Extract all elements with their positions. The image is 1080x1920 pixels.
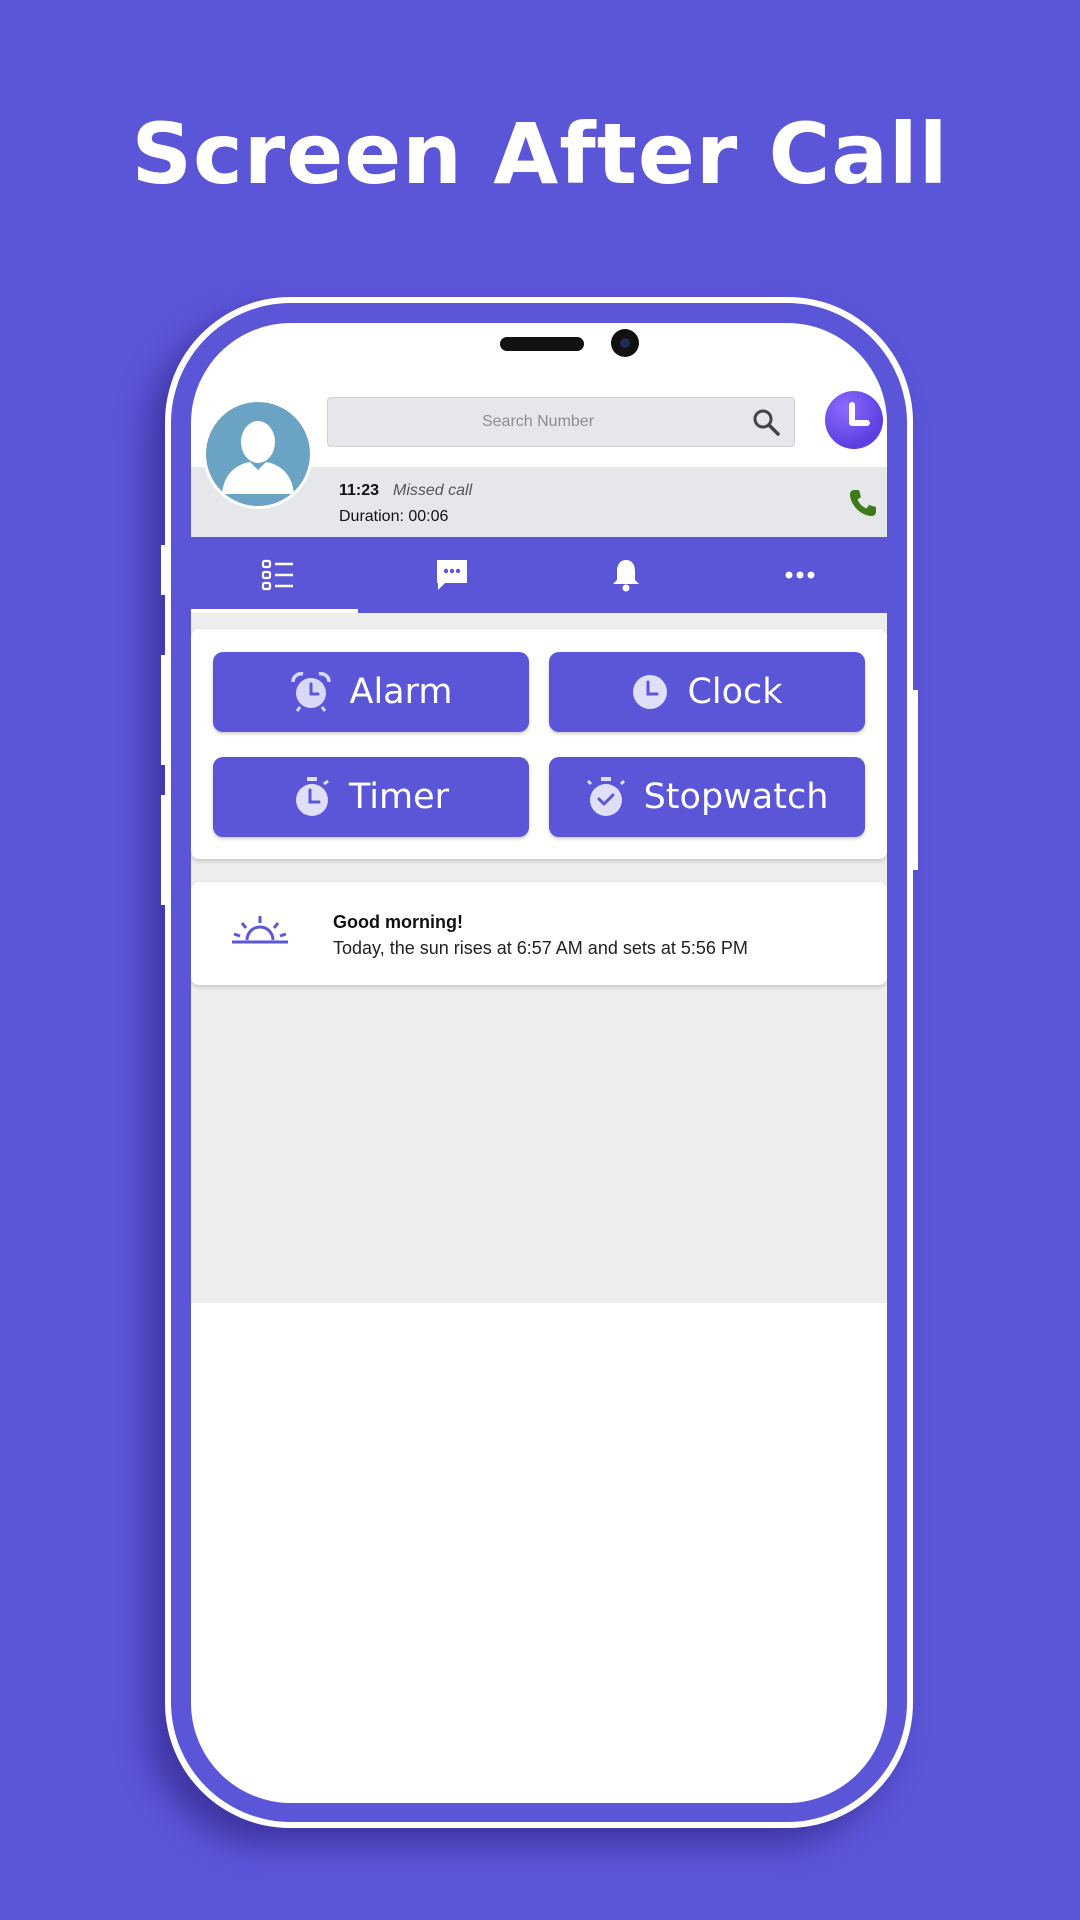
clock-label: Clock — [687, 672, 783, 712]
more-icon — [785, 571, 815, 579]
app-logo[interactable] — [825, 391, 883, 449]
search-icon[interactable] — [752, 408, 780, 436]
alarm-label: Alarm — [349, 672, 453, 712]
timer-label: Timer — [348, 777, 450, 817]
phone-screen: Search Number 11:23 Missed call Duration… — [191, 323, 887, 1803]
list-icon — [261, 559, 293, 591]
side-button — [912, 690, 918, 870]
timer-icon — [295, 777, 329, 816]
clock-logo-icon — [849, 402, 870, 426]
call-time: 11:23 — [339, 482, 380, 499]
person-icon — [222, 421, 294, 494]
stopwatch-button[interactable]: Stopwatch — [549, 757, 865, 837]
message-icon — [437, 560, 467, 590]
call-duration: Duration: 00:06 — [339, 508, 449, 525]
stopwatch-label: Stopwatch — [643, 777, 829, 817]
alarm-button[interactable]: Alarm — [213, 652, 529, 732]
clock-button[interactable]: Clock — [549, 652, 865, 732]
search-placeholder: Search Number — [481, 413, 595, 430]
stopwatch-icon — [586, 777, 625, 816]
greeting-card: Good morning! Today, the sun rises at 6:… — [191, 882, 887, 985]
page-headline: Screen After Call — [131, 105, 949, 203]
front-camera — [611, 329, 639, 357]
tab-notifications[interactable] — [539, 537, 713, 613]
tab-more[interactable] — [713, 537, 887, 613]
call-status: Missed call — [393, 482, 473, 499]
side-button — [161, 795, 167, 905]
speaker-grille — [500, 337, 584, 351]
tab-bar — [191, 537, 887, 613]
bell-icon — [613, 560, 639, 592]
alarm-icon — [290, 672, 331, 712]
tab-messages[interactable] — [365, 537, 539, 613]
content-area: Alarm Clock Timer Stopwatch Good morning… — [191, 613, 887, 1303]
quick-actions-card: Alarm Clock Timer Stopwatch — [191, 629, 887, 859]
side-button — [161, 545, 167, 595]
side-button — [161, 655, 167, 765]
contact-avatar[interactable] — [203, 399, 313, 509]
phone-call-icon[interactable] — [847, 487, 879, 519]
search-input[interactable]: Search Number — [327, 397, 795, 447]
greeting-body: Today, the sun rises at 6:57 AM and sets… — [333, 938, 748, 958]
timer-button[interactable]: Timer — [213, 757, 529, 837]
clock-icon — [633, 675, 668, 709]
greeting-title: Good morning! — [333, 912, 463, 932]
sunrise-icon — [232, 916, 288, 944]
tab-list[interactable] — [191, 537, 365, 613]
